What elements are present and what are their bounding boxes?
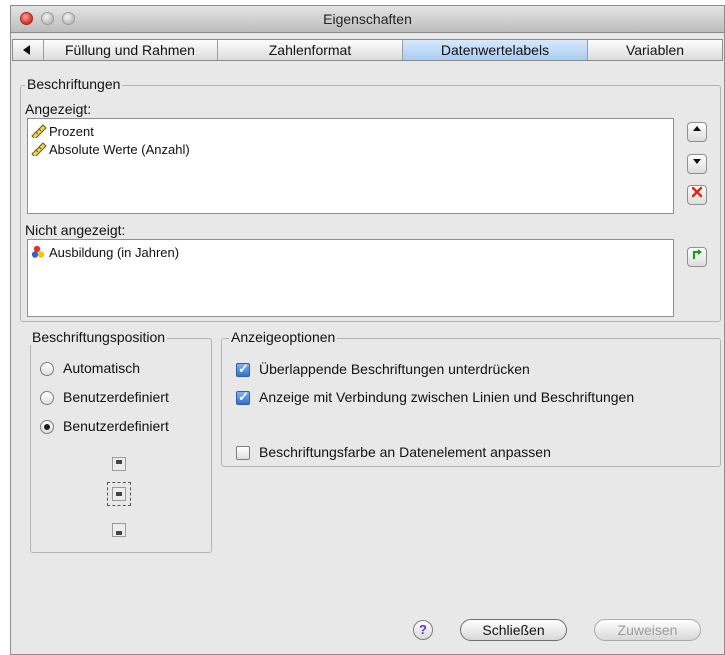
add-icon — [692, 249, 702, 259]
label-position-top-icon[interactable] — [112, 457, 126, 471]
checkbox-label-ueberlappende: Überlappende Beschriftungen unterdrücken — [259, 361, 530, 377]
properties-window: Eigenschaften Füllung und Rahmen Zahlenf… — [10, 5, 725, 655]
tab-zahlenformat[interactable]: Zahlenformat — [218, 40, 403, 60]
ruler-icon — [31, 124, 47, 140]
beschriftungen-group-label: Beschriftungen — [25, 76, 123, 92]
hidden-label: Nicht angezeigt: — [25, 222, 126, 238]
move-up-button[interactable] — [687, 122, 707, 142]
move-down-button[interactable] — [687, 154, 707, 174]
close-button[interactable]: Schließen — [460, 619, 567, 641]
checkbox-verbindung[interactable] — [236, 389, 250, 405]
list-item[interactable]: Absolute Werte (Anzahl) — [31, 141, 190, 159]
checkbox-label-verbindung: Anzeige mit Verbindung zwischen Linien u… — [259, 389, 635, 405]
list-item-label: Prozent — [49, 124, 94, 139]
label-position-middle-icon[interactable] — [112, 487, 126, 501]
move-down-icon — [693, 159, 701, 164]
help-button[interactable]: ? — [413, 620, 433, 640]
list-item-label: Absolute Werte (Anzahl) — [49, 142, 190, 157]
list-item[interactable]: Ausbildung (in Jahren) — [31, 244, 179, 262]
radio-benutzerdefiniert-2[interactable] — [40, 420, 54, 434]
radio-label-benutzerdefiniert-1: Benutzerdefiniert — [63, 389, 169, 405]
tab-variablen[interactable]: Variablen — [588, 40, 722, 60]
tab-bar: Füllung und Rahmen Zahlenformat Datenwer… — [12, 39, 723, 61]
move-up-icon — [693, 126, 701, 131]
label-position-bottom-icon[interactable] — [112, 523, 126, 537]
tab-scroll-left-icon[interactable] — [13, 40, 44, 60]
apply-button[interactable]: Zuweisen — [594, 619, 701, 641]
tab-datenwertelabels[interactable]: Datenwertelabels — [403, 40, 588, 60]
radio-label-automatisch: Automatisch — [63, 360, 141, 376]
radio-automatisch[interactable] — [40, 362, 54, 376]
tab-fuellung-rahmen[interactable]: Füllung und Rahmen — [43, 40, 218, 60]
radio-benutzerdefiniert-1[interactable] — [40, 391, 54, 405]
add-button[interactable] — [687, 247, 707, 267]
radio-label-benutzerdefiniert-2: Benutzerdefiniert — [63, 418, 169, 434]
window-title: Eigenschaften — [323, 11, 412, 27]
checkbox-farbe-anpassen[interactable] — [236, 446, 250, 460]
list-item[interactable]: Prozent — [31, 123, 94, 141]
checkbox-ueberlappende[interactable] — [236, 361, 250, 377]
variable-circles-icon — [31, 245, 47, 259]
anzeigeoptionen-group-label: Anzeigeoptionen — [229, 329, 338, 345]
remove-icon — [691, 186, 703, 198]
shown-label: Angezeigt: — [25, 101, 92, 117]
remove-button[interactable] — [687, 185, 707, 205]
checkbox-label-farbe-anpassen: Beschriftungsfarbe an Datenelement anpas… — [259, 444, 551, 460]
shown-list[interactable]: Prozent Absolute Werte (Anzahl) — [27, 118, 674, 214]
hidden-list[interactable]: Ausbildung (in Jahren) — [27, 239, 674, 317]
ruler-icon — [31, 142, 47, 158]
list-item-label: Ausbildung (in Jahren) — [49, 245, 180, 260]
beschriftungsposition-group-label: Beschriftungsposition — [30, 329, 168, 345]
title-bar[interactable]: Eigenschaften — [11, 6, 724, 33]
